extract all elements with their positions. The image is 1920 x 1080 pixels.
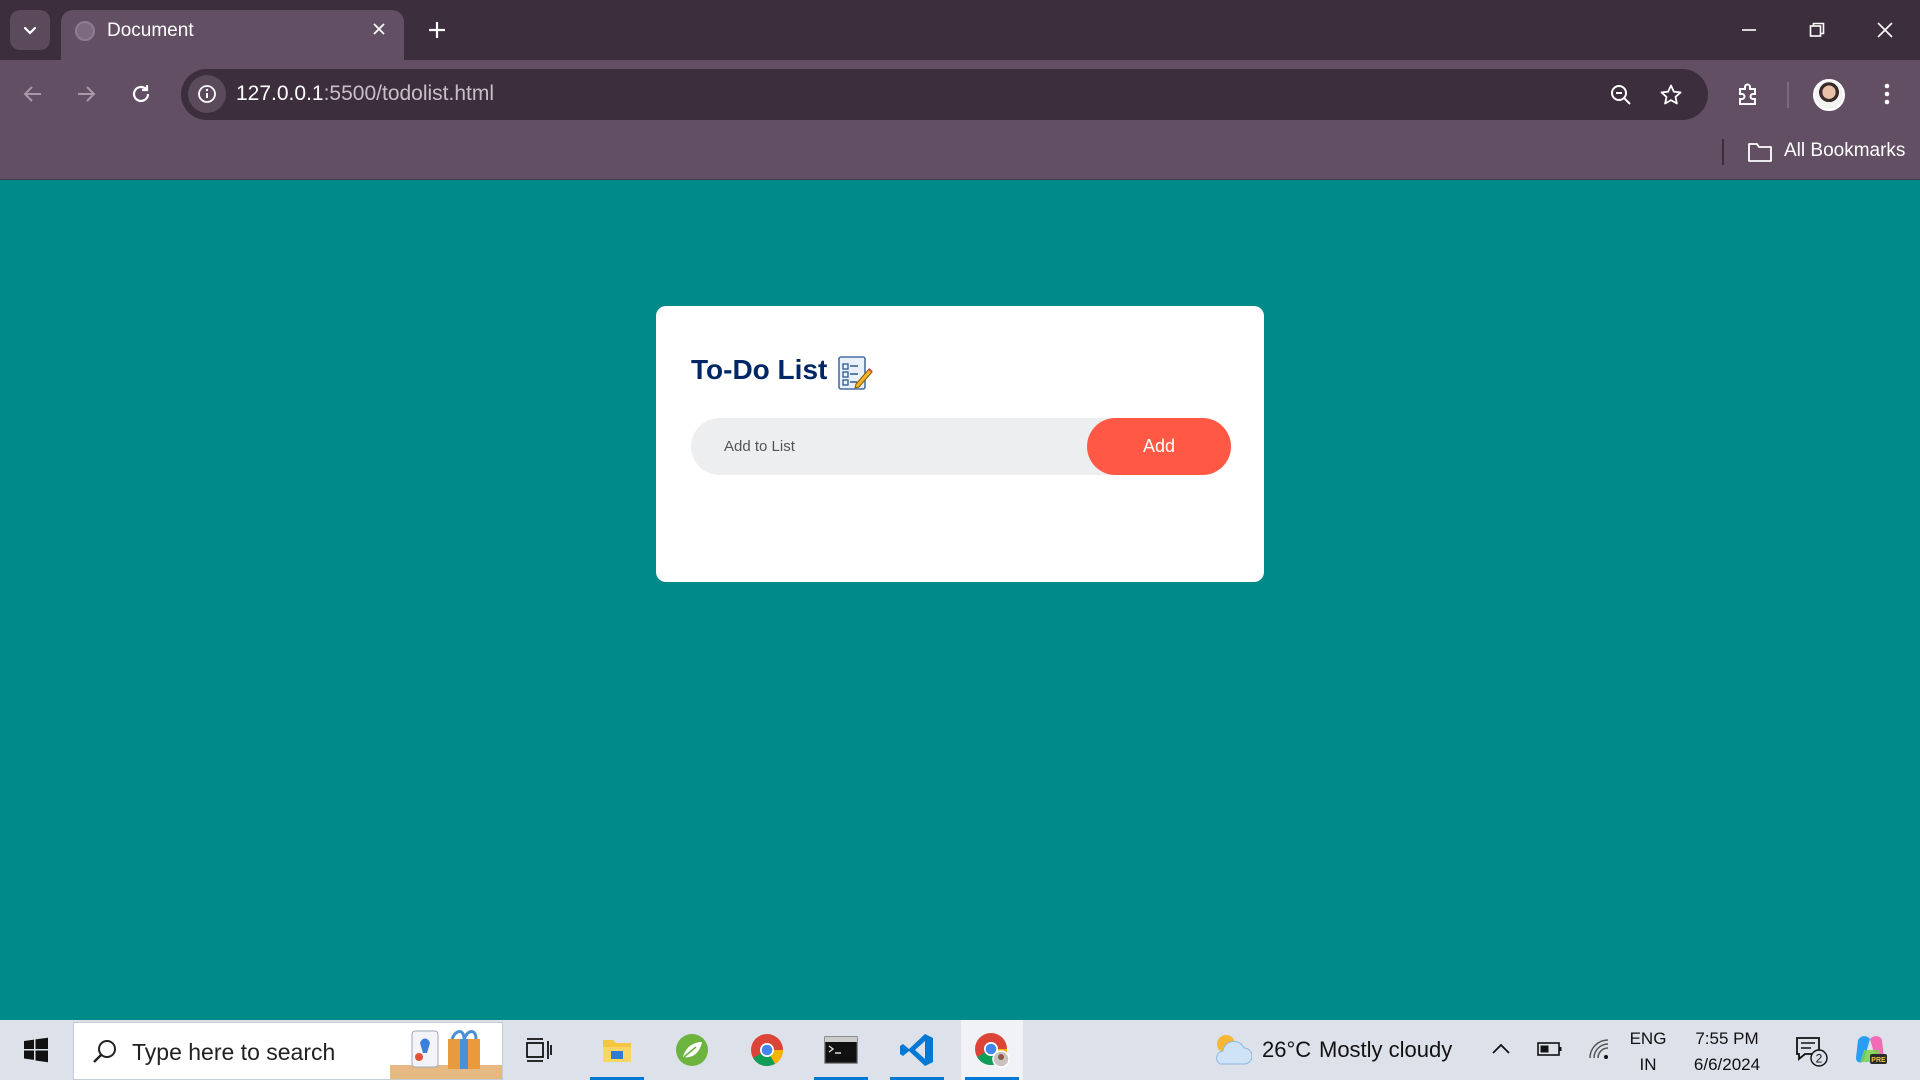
toolbar-divider: [1787, 82, 1789, 108]
terminal-app[interactable]: [810, 1020, 872, 1080]
url-host: 127.0.0.1: [236, 82, 324, 105]
search-placeholder: Type here to search: [132, 1039, 336, 1065]
tab-search-button[interactable]: [10, 10, 50, 50]
add-task-row: Add: [691, 418, 1231, 475]
todo-card: To-Do List Add: [656, 306, 1264, 582]
restore-button[interactable]: [1794, 10, 1840, 50]
spring-tool-suite-app[interactable]: [661, 1020, 723, 1080]
battery-icon: [1537, 1042, 1562, 1056]
todo-title: To-Do List: [691, 354, 828, 385]
url-text[interactable]: 127.0.0.1:5500/todolist.html: [236, 82, 494, 106]
wifi-icon: [1589, 1039, 1609, 1059]
url-path: :5500/todolist.html: [323, 82, 495, 105]
weather-temperature[interactable]: 26°C: [1262, 1037, 1311, 1063]
info-icon: [198, 85, 216, 103]
task-view-icon: [526, 1038, 552, 1062]
search-icon: [93, 1040, 116, 1063]
zoom-out-icon: [1611, 85, 1631, 105]
chrome-app[interactable]: [736, 1020, 798, 1080]
notification-center-icon[interactable]: 2: [1794, 1034, 1828, 1068]
clock-time: 7:55 PM: [1695, 1029, 1759, 1048]
weather-description[interactable]: Mostly cloudy: [1319, 1037, 1452, 1063]
bookmark-star-button[interactable]: [1653, 77, 1689, 113]
file-explorer-app[interactable]: [586, 1020, 648, 1080]
reload-button[interactable]: [121, 74, 161, 114]
minimize-icon: [1742, 29, 1756, 31]
tab-title: Document: [107, 20, 194, 41]
battery-status[interactable]: [1535, 1034, 1565, 1064]
arrow-left-icon: [23, 86, 41, 102]
search-highlight-illustration: [390, 1030, 502, 1079]
notification-count: 2: [1816, 1052, 1823, 1066]
terminal-icon: [824, 1036, 858, 1064]
windows-icon: [24, 1037, 48, 1063]
language-code: ENG: [1629, 1029, 1667, 1048]
bookmarks-divider: [1722, 139, 1724, 165]
site-info-button[interactable]: [188, 75, 226, 113]
restore-icon: [1809, 22, 1825, 37]
plus-icon: [429, 22, 445, 38]
forward-button[interactable]: [66, 74, 106, 114]
tab-close-button[interactable]: [366, 16, 392, 42]
address-bar[interactable]: 127.0.0.1:5500/todolist.html: [181, 69, 1708, 120]
chrome-profile-app[interactable]: [961, 1020, 1023, 1080]
keyboard-region: IN: [1639, 1055, 1657, 1074]
weather-partly-cloudy-icon: [1216, 1035, 1252, 1065]
svg-text:PRE: PRE: [1871, 1057, 1886, 1064]
folder-icon[interactable]: [1746, 140, 1774, 164]
show-hidden-icons-button[interactable]: [1486, 1034, 1516, 1064]
folder-icon: [603, 1040, 631, 1062]
chevron-up-icon: [1492, 1043, 1510, 1054]
globe-icon: [75, 21, 95, 41]
network-status[interactable]: [1584, 1034, 1614, 1064]
profile-avatar[interactable]: [1813, 79, 1845, 111]
extensions-button[interactable]: [1728, 74, 1768, 114]
notepad-icon: [838, 356, 873, 390]
browser-toolbar: 127.0.0.1:5500/todolist.html: [0, 60, 1920, 128]
chrome-icon: [751, 1034, 784, 1067]
reload-icon: [132, 85, 150, 103]
bookmarks-bar: All Bookmarks: [0, 128, 1920, 180]
browser-tab-document[interactable]: Document: [61, 10, 404, 60]
back-button[interactable]: [13, 74, 53, 114]
star-icon: [1660, 84, 1682, 105]
close-icon: [1877, 22, 1893, 38]
spring-leaf-icon: [676, 1034, 708, 1066]
vscode-icon: [900, 1034, 933, 1066]
taskbar: Type here to search 26°C Mostly cloudy E…: [0, 1020, 1920, 1080]
taskbar-clock[interactable]: 7:55 PM 6/6/2024: [1686, 1026, 1768, 1078]
all-bookmarks-link[interactable]: All Bookmarks: [1784, 140, 1905, 162]
kebab-menu-icon: [1884, 83, 1890, 105]
chevron-down-icon: [23, 26, 37, 35]
copilot-icon[interactable]: PRE: [1852, 1032, 1888, 1068]
arrow-right-icon: [78, 86, 96, 102]
minimize-button[interactable]: [1726, 10, 1772, 50]
browser-tab-bar: Document: [0, 0, 1920, 60]
puzzle-icon: [1739, 83, 1756, 105]
task-view-button[interactable]: [508, 1020, 570, 1080]
close-window-button[interactable]: [1862, 10, 1908, 50]
clock-date: 6/6/2024: [1693, 1055, 1761, 1074]
browser-menu-button[interactable]: [1867, 74, 1907, 114]
task-input[interactable]: [691, 418, 1091, 475]
chrome-icon: [975, 1033, 1010, 1068]
start-button[interactable]: [0, 1020, 72, 1080]
zoom-button[interactable]: [1603, 77, 1639, 113]
close-icon: [373, 23, 385, 35]
vscode-app[interactable]: [886, 1020, 948, 1080]
new-tab-button[interactable]: [420, 13, 454, 47]
input-language[interactable]: ENG IN: [1628, 1026, 1668, 1078]
add-button[interactable]: Add: [1087, 418, 1231, 475]
taskbar-search[interactable]: Type here to search: [73, 1022, 503, 1080]
